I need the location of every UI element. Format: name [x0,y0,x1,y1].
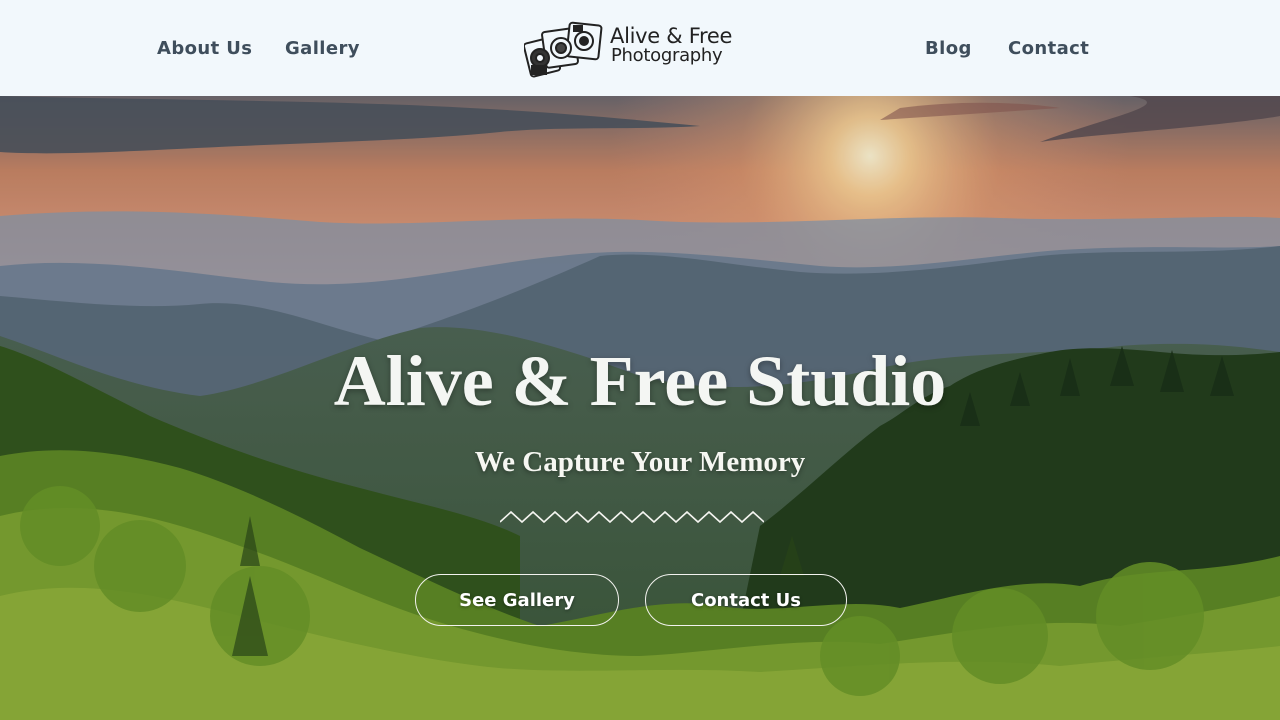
nav-blog[interactable]: Blog [925,36,972,62]
site-header: About Us Gallery Alive & Free Photograph… [0,0,1280,96]
hero-section: Alive & Free Studio We Capture Your Memo… [0,96,1280,720]
camera-collage-icon [524,21,603,78]
see-gallery-button[interactable]: See Gallery [415,574,619,626]
nav-contact[interactable]: Contact [1008,36,1089,62]
nav-gallery[interactable]: Gallery [285,36,360,62]
logo-title: Alive & Free [610,24,733,48]
zigzag-divider-icon [500,510,764,524]
site-logo[interactable]: Alive & Free Photography [524,18,744,80]
logo-subtitle: Photography [611,45,723,66]
hero-title: Alive & Free Studio [333,341,947,421]
contact-us-button[interactable]: Contact Us [645,574,847,626]
hero-subtitle: We Capture Your Memory [474,446,806,478]
nav-about-us[interactable]: About Us [157,36,252,62]
